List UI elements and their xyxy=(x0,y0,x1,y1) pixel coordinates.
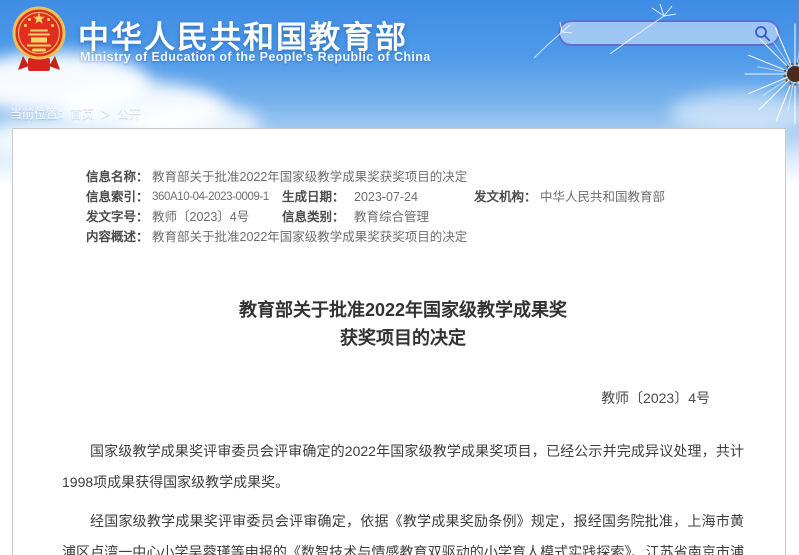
dandelion-seed-icon xyxy=(609,3,677,55)
document-body: 国家级教学成果奖评审委员会评审确定的2022年国家级教学成果奖项目，已经公示并完… xyxy=(62,436,744,555)
breadcrumb-current-link[interactable]: 公开 xyxy=(117,107,141,121)
dandelion-seed-icon xyxy=(533,21,573,59)
breadcrumb-separator: ＞ xyxy=(100,109,112,121)
meta-summary-label: 内容概述： xyxy=(86,230,149,244)
meta-date-label: 生成日期： xyxy=(282,190,345,204)
meta-category-value: 教育综合管理 xyxy=(354,210,430,224)
national-emblem-icon[interactable] xyxy=(12,4,66,78)
meta-agency-label: 发文机构： xyxy=(474,190,537,204)
meta-info-index-label: 信息索引： xyxy=(86,190,149,204)
document-title-line1: 教育部关于批准2022年国家级教学成果奖 xyxy=(238,300,568,320)
meta-summary-value: 教育部关于批准2022年国家级教学成果奖获奖项目的决定 xyxy=(152,230,468,244)
document-title-line2: 获奖项目的决定 xyxy=(340,328,466,348)
meta-info-name-value: 教育部关于批准2022年国家级教学成果奖获奖项目的决定 xyxy=(152,170,468,184)
document-title: 教育部关于批准2022年国家级教学成果奖 获奖项目的决定 xyxy=(62,296,744,352)
document-panel: 信息名称： 教育部关于批准2022年国家级教学成果奖获奖项目的决定 信息索引： … xyxy=(12,128,786,555)
meta-doc-no-value: 教师〔2023〕4号 xyxy=(152,210,250,224)
meta-info-index-value: 360A10-04-2023-0009-1 xyxy=(152,191,269,203)
meta-date-value: 2023-07-24 xyxy=(354,190,418,204)
meta-agency-value: 中华人民共和国教育部 xyxy=(540,190,666,204)
dandelion-icon xyxy=(744,23,799,125)
meta-info-name-label: 信息名称： xyxy=(86,170,149,184)
meta-doc-no-label: 发文字号： xyxy=(86,210,149,224)
document-paragraph: 经国家级教学成果奖评审委员会评审确定，依据《教学成果奖励条例》规定，报经国务院批… xyxy=(62,513,744,555)
site-subtitle: Ministry of Education of the People's Re… xyxy=(80,50,431,64)
breadcrumb-label: 当前位置： xyxy=(10,107,71,121)
page: 中华人民共和国教育部 Ministry of Education of the … xyxy=(0,0,799,555)
document-metadata: 信息名称： 教育部关于批准2022年国家级教学成果奖获奖项目的决定 信息索引： … xyxy=(86,171,744,244)
breadcrumb: 当前位置：首页 ＞ 公开 xyxy=(10,105,141,122)
breadcrumb-home-link[interactable]: 首页 xyxy=(70,107,94,121)
document-number: 教师〔2023〕4号 xyxy=(601,390,710,406)
meta-category-label: 信息类别： xyxy=(282,210,345,224)
document-paragraph: 国家级教学成果奖评审委员会评审确定的2022年国家级教学成果奖项目，已经公示并完… xyxy=(62,443,744,490)
